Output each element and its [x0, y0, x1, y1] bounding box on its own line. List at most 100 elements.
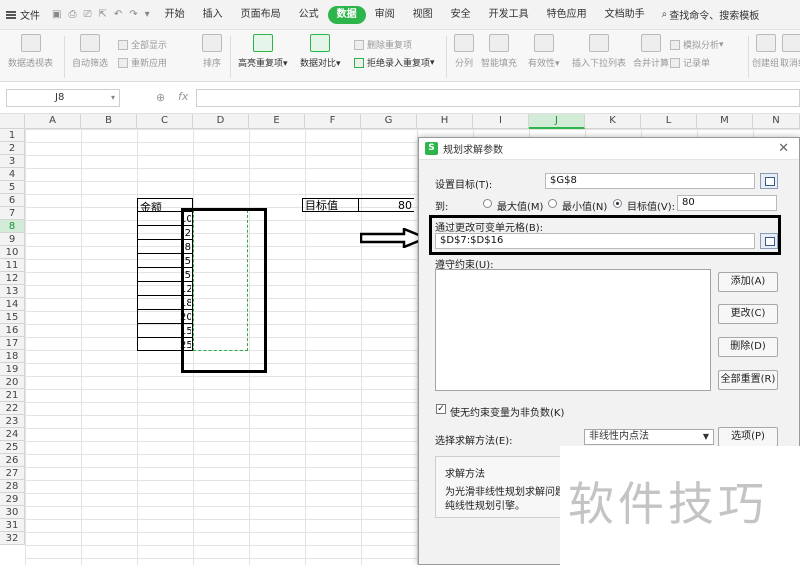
row-header-8[interactable]: 8 [0, 220, 25, 233]
row-header-10[interactable]: 10 [0, 246, 25, 259]
row-header-15[interactable]: 15 [0, 311, 25, 324]
highlight-duplicates-button[interactable]: 高亮重复项▾ [238, 34, 288, 69]
fx-icon[interactable]: fx [178, 90, 188, 103]
column-header-f[interactable]: F [305, 114, 361, 129]
undo-icon[interactable]: ↶ [114, 9, 122, 20]
smart-fill-button[interactable]: 智能填充 [481, 34, 517, 69]
row-header-17[interactable]: 17 [0, 337, 25, 350]
column-header-j[interactable]: J [529, 114, 585, 129]
target-value-cell[interactable]: 80 [398, 199, 412, 212]
delete-duplicates-button[interactable]: 删除重复项 [354, 38, 412, 51]
row-header-9[interactable]: 9 [0, 233, 25, 246]
tab-developer[interactable]: 开发工具 [480, 6, 538, 24]
simulate-button[interactable]: 模拟分析 ▾ [670, 38, 724, 51]
target-value-radio[interactable] [613, 199, 622, 208]
amount-header-cell[interactable]: 金额 [140, 201, 162, 214]
row-header-19[interactable]: 19 [0, 363, 25, 376]
reset-all-button[interactable]: 全部重置(R) [718, 370, 778, 390]
tab-formulas[interactable]: 公式 [290, 6, 328, 24]
target-value-input[interactable]: 80 [677, 195, 777, 211]
row-header-26[interactable]: 26 [0, 454, 25, 467]
row-header-24[interactable]: 24 [0, 428, 25, 441]
row-header-13[interactable]: 13 [0, 285, 25, 298]
tab-view[interactable]: 视图 [404, 6, 442, 24]
chevron-down-icon[interactable]: ▾ [145, 9, 150, 20]
row-header-7[interactable]: 7 [0, 207, 25, 220]
print-icon[interactable]: ⎚ [83, 9, 91, 20]
row-header-22[interactable]: 22 [0, 402, 25, 415]
reject-duplicates-button[interactable]: 拒绝录入重复项 ▾ [354, 56, 435, 69]
row-header-4[interactable]: 4 [0, 168, 25, 181]
column-header-g[interactable]: G [361, 114, 417, 129]
column-header-h[interactable]: H [417, 114, 473, 129]
tab-data[interactable]: 数据 [327, 5, 366, 24]
reapply-button[interactable]: 重新应用 [118, 56, 167, 69]
command-search[interactable]: ⌕ 查找命令、搜索模板 [662, 7, 760, 22]
column-header-k[interactable]: K [585, 114, 641, 129]
column-header-b[interactable]: B [81, 114, 137, 129]
split-column-button[interactable]: 分列 [454, 34, 474, 69]
column-header-n[interactable]: N [753, 114, 800, 129]
file-menu[interactable]: 文件 [0, 7, 46, 22]
column-header-l[interactable]: L [641, 114, 697, 129]
record-form-button[interactable]: 记录单 [670, 56, 710, 69]
column-header-m[interactable]: M [697, 114, 753, 129]
change-constraint-button[interactable]: 更改(C) [718, 304, 778, 324]
set-target-ref-button[interactable] [760, 173, 778, 189]
set-target-input[interactable]: $G$8 [545, 173, 755, 189]
delete-constraint-button[interactable]: 删除(D) [718, 337, 778, 357]
tab-features[interactable]: 特色应用 [538, 6, 596, 24]
row-header-32[interactable]: 32 [0, 532, 25, 545]
tab-page-layout[interactable]: 页面布局 [232, 6, 290, 24]
row-header-20[interactable]: 20 [0, 376, 25, 389]
show-all-button[interactable]: 全部显示 [118, 38, 167, 51]
row-header-31[interactable]: 31 [0, 519, 25, 532]
column-header-d[interactable]: D [193, 114, 249, 129]
row-header-30[interactable]: 30 [0, 506, 25, 519]
column-header-e[interactable]: E [249, 114, 305, 129]
redo-icon[interactable]: ↷ [129, 9, 137, 20]
autofilter-button[interactable]: 自动筛选 [72, 34, 108, 69]
max-radio[interactable] [483, 199, 492, 208]
create-group-button[interactable]: 创建组 [752, 34, 779, 69]
tab-home[interactable]: 开始 [156, 6, 194, 24]
column-header-a[interactable]: A [25, 114, 81, 129]
row-header-11[interactable]: 11 [0, 259, 25, 272]
chevron-down-icon[interactable]: ▾ [111, 90, 115, 106]
close-icon[interactable]: ✕ [778, 141, 789, 156]
export-icon[interactable]: ⇱ [98, 9, 106, 20]
row-header-29[interactable]: 29 [0, 493, 25, 506]
row-header-12[interactable]: 12 [0, 272, 25, 285]
options-button[interactable]: 选项(P) [718, 427, 778, 447]
row-header-5[interactable]: 5 [0, 181, 25, 194]
method-select[interactable]: 非线性内点法 ▼ [584, 429, 714, 445]
print-preview-icon[interactable]: ⎙ [68, 9, 76, 20]
cancel-group-button[interactable]: 取消组 [780, 34, 800, 69]
nonnegative-checkbox[interactable]: ✓ [436, 404, 446, 414]
row-header-25[interactable]: 25 [0, 441, 25, 454]
row-header-28[interactable]: 28 [0, 480, 25, 493]
sort-button[interactable]: 排序 [202, 34, 222, 69]
row-header-16[interactable]: 16 [0, 324, 25, 337]
column-header-c[interactable]: C [137, 114, 193, 129]
row-header-23[interactable]: 23 [0, 415, 25, 428]
row-header-21[interactable]: 21 [0, 389, 25, 402]
min-radio[interactable] [548, 199, 557, 208]
merge-calc-button[interactable]: 合并计算 [633, 34, 669, 69]
add-constraint-button[interactable]: 添加(A) [718, 272, 778, 292]
formula-input[interactable] [196, 89, 800, 107]
row-header-18[interactable]: 18 [0, 350, 25, 363]
save-icon[interactable]: ▣ [52, 9, 61, 20]
select-all-corner[interactable] [0, 114, 25, 129]
validity-button[interactable]: 有效性▾ [528, 34, 560, 69]
pivot-table-button[interactable]: 数据透视表 [8, 34, 53, 69]
tab-review[interactable]: 审阅 [366, 6, 404, 24]
tab-insert[interactable]: 插入 [194, 6, 232, 24]
row-header-3[interactable]: 3 [0, 155, 25, 168]
row-header-14[interactable]: 14 [0, 298, 25, 311]
insert-dropdown-button[interactable]: 插入下拉列表 [572, 34, 626, 69]
constraints-list[interactable] [435, 269, 711, 391]
tab-doc-assistant[interactable]: 文档助手 [596, 6, 654, 24]
data-compare-button[interactable]: 数据对比▾ [300, 34, 341, 69]
zoom-icon[interactable]: ⊕ [156, 91, 165, 104]
